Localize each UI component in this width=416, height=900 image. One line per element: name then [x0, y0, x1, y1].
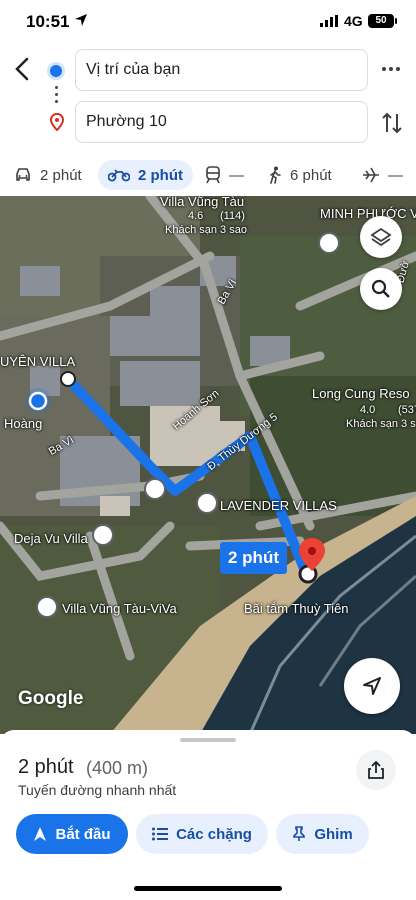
- sheet-drag-handle[interactable]: [180, 738, 236, 742]
- tab-car-label: 2 phút: [40, 166, 82, 184]
- map-view[interactable]: Villa Vũng Tàu 4.6 (114) Khách sạn 3 sao…: [0, 196, 416, 734]
- route-connector: [55, 86, 58, 106]
- origin-input[interactable]: Vị trí của bạn: [75, 49, 368, 91]
- more-options-icon[interactable]: [380, 62, 402, 76]
- map-label-villa-viva[interactable]: Villa Vũng Tàu-ViVa: [62, 601, 177, 616]
- list-icon: [152, 827, 169, 841]
- map-label-count-2: (537: [398, 404, 416, 416]
- poi-marker-icon[interactable]: [318, 232, 340, 254]
- eta-badge: 2 phút: [220, 542, 287, 574]
- route-subtitle: Tuyến đường nhanh nhất: [18, 782, 177, 798]
- map-label-rating-2: 4.0: [360, 404, 376, 416]
- share-icon: [368, 760, 384, 779]
- destination-pin-icon: [49, 113, 65, 131]
- signal-icon: [320, 15, 338, 27]
- transit-icon: [206, 166, 220, 184]
- map-label-uyen-villa[interactable]: UYÊN VILLA: [0, 354, 75, 369]
- tab-motorbike[interactable]: 2 phút: [98, 160, 193, 190]
- tab-car[interactable]: 2 phút: [14, 160, 82, 190]
- pin-icon: [293, 826, 306, 841]
- status-bar: 10:51 4G 50: [0, 0, 416, 44]
- walk-icon: [270, 166, 281, 184]
- map-label-deja-vu[interactable]: Deja Vu Villa: [14, 531, 88, 546]
- map-label-long-cung[interactable]: Long Cung Reso: [312, 386, 410, 401]
- poi-marker-icon[interactable]: [92, 524, 114, 546]
- poi-marker-icon[interactable]: [144, 478, 166, 500]
- battery-icon: 50: [368, 14, 397, 28]
- destination-input[interactable]: Phường 10: [75, 101, 368, 143]
- tab-walk-label: 6 phút: [290, 166, 332, 184]
- poi-marker-icon[interactable]: [36, 596, 58, 618]
- location-arrow-icon: [75, 14, 87, 26]
- map-label-hoang: Hoàng: [4, 416, 43, 431]
- origin-dot-icon: [50, 65, 62, 77]
- layers-button[interactable]: [360, 216, 402, 258]
- map-label-minh-phuoc[interactable]: MINH PHƯỚC V: [320, 206, 416, 221]
- route-duration: 2 phút: [18, 756, 74, 778]
- tab-transit-label: —: [229, 166, 244, 184]
- route-distance: (400 m): [86, 758, 149, 778]
- search-map-button[interactable]: [360, 268, 402, 310]
- poi-marker-icon[interactable]: [196, 492, 218, 514]
- swap-icon[interactable]: [380, 110, 404, 136]
- travel-mode-tabs: 2 phút 2 phút — 6 phút —: [0, 154, 416, 196]
- start-button[interactable]: Bắt đầu: [16, 814, 128, 854]
- tab-flight-label: —: [388, 166, 403, 184]
- share-button[interactable]: [356, 750, 396, 790]
- tab-walk[interactable]: 6 phút: [268, 160, 332, 190]
- search-icon: [371, 279, 390, 298]
- flight-icon: [363, 167, 379, 183]
- recenter-button[interactable]: [344, 658, 400, 714]
- layers-icon: [370, 227, 392, 247]
- home-indicator: [134, 886, 282, 891]
- map-label-rating-1: 4.6: [188, 210, 204, 222]
- steps-button[interactable]: Các chặng: [136, 814, 268, 854]
- status-time: 10:51: [26, 12, 70, 31]
- start-button-label: Bắt đầu: [55, 825, 111, 843]
- navigation-arrow-icon: [363, 677, 381, 695]
- map-label-bai-tam[interactable]: Bãi tắm Thuỳ Tiên: [244, 601, 349, 616]
- map-label-hotel-2: Khách sạn 3 sa: [346, 418, 416, 430]
- back-arrow-icon[interactable]: [12, 56, 34, 82]
- steps-button-label: Các chặng: [176, 825, 252, 843]
- navigation-icon: [34, 827, 47, 841]
- car-icon: [16, 168, 30, 181]
- pin-button[interactable]: Ghim: [276, 814, 369, 854]
- map-label-hotel-1: Khách sạn 3 sao: [165, 224, 247, 236]
- map-label-count-1: (114): [220, 210, 245, 222]
- tab-transit[interactable]: —: [205, 160, 244, 190]
- motorbike-icon: [108, 169, 130, 182]
- tab-motorbike-label: 2 phút: [138, 166, 183, 184]
- network-type: 4G: [344, 13, 363, 29]
- map-label-villa-vung-tau[interactable]: Villa Vũng Tàu: [160, 196, 244, 209]
- pin-button-label: Ghim: [314, 825, 353, 843]
- google-logo: Google: [18, 688, 84, 709]
- route-summary-sheet: 2 phút (400 m) Tuyến đường nhanh nhất Bắ…: [0, 730, 416, 900]
- route-header: Vị trí của bạn Phường 10: [0, 44, 416, 154]
- tab-flight[interactable]: —: [362, 160, 403, 190]
- map-label-lavender[interactable]: LAVENDER VILLAS: [220, 498, 337, 513]
